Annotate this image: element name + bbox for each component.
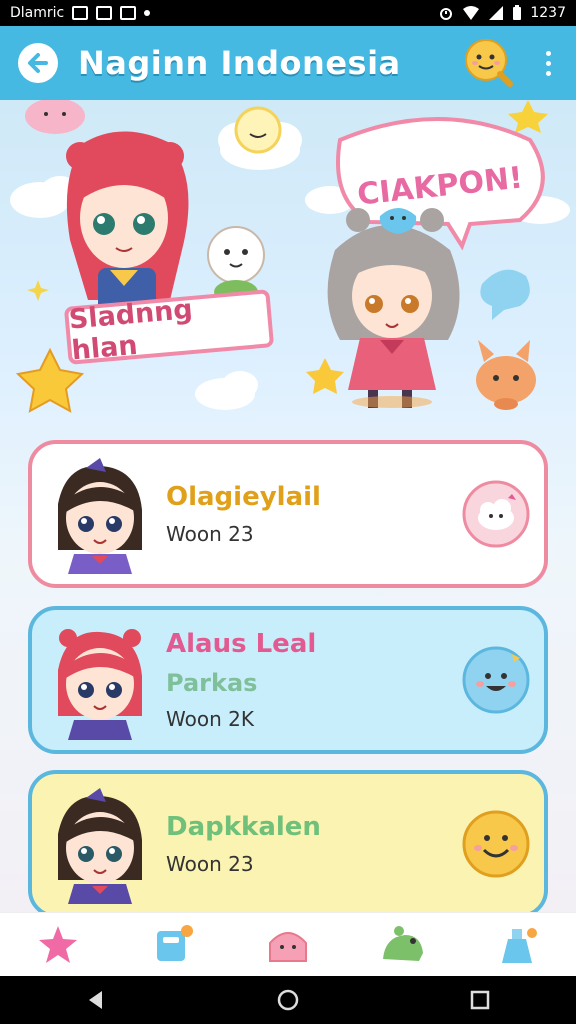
card-title: Olagieylail (166, 482, 321, 512)
blue-ghost-icon (480, 269, 530, 320)
fox-illustration (476, 340, 536, 410)
sun-cloud-icon (234, 106, 282, 154)
bottle-icon (502, 927, 538, 963)
alarm-icon (440, 8, 453, 20)
bottom-navigation (0, 912, 576, 976)
photo-notification-icon (72, 6, 89, 20)
card-meta: Woon 23 (166, 852, 254, 876)
signal-icon (489, 6, 504, 20)
character-card[interactable]: Olagieylail Woon 23 (28, 440, 548, 588)
card-title: Dapkkalen (166, 812, 321, 842)
card-title: Alaus Leal (166, 629, 317, 659)
frog-icon (383, 925, 424, 961)
card-meta: Woon 23 (166, 522, 254, 546)
card-subtitle: Parkas (166, 669, 258, 697)
hero-scene (10, 100, 570, 413)
cloud-bunny-icon[interactable] (462, 480, 530, 548)
nav-item-inventory[interactable] (488, 917, 548, 973)
character-card[interactable]: Alaus Leal Parkas Woon 2K (28, 606, 548, 754)
back-triangle-icon[interactable] (84, 988, 108, 1012)
system-navigation-bar (0, 976, 576, 1024)
blue-blob-icon[interactable] (462, 646, 530, 714)
recents-square-icon[interactable] (468, 988, 492, 1012)
status-bar: Dlamric 1237 (0, 0, 576, 26)
sparkle-icon (27, 280, 49, 301)
avatar (58, 458, 142, 574)
status-left: Dlamric (10, 5, 151, 21)
smiley-icon[interactable] (462, 810, 530, 878)
mail-notification-icon (96, 6, 113, 20)
main-content: Sladnng hlan CIAKPON! Olagieylail Woon 2… (0, 100, 576, 912)
wifi-icon (463, 6, 480, 20)
nav-item-shop[interactable] (143, 917, 203, 973)
card-text: Olagieylail Woon 23 (150, 482, 462, 546)
star-icon (306, 358, 344, 394)
page-title: Naginn Indonesia (78, 44, 401, 82)
overflow-menu-button[interactable] (538, 43, 558, 83)
battery-icon (513, 5, 522, 20)
app-bar: Naginn Indonesia (0, 26, 576, 100)
pink-cloud-icon (25, 100, 85, 134)
grey-haired-girl-illustration (327, 208, 460, 408)
back-button[interactable] (18, 43, 58, 83)
nav-item-favorites[interactable] (28, 917, 88, 973)
avatar (58, 788, 142, 904)
back-arrow-icon (28, 53, 48, 73)
carrier-label: Dlamric (10, 5, 65, 21)
tag-icon (156, 924, 193, 961)
mascot-profile-icon[interactable] (462, 36, 516, 90)
nav-item-home[interactable] (258, 917, 318, 973)
home-icon (268, 931, 307, 962)
card-text: Dapkkalen Woon 23 (150, 812, 462, 876)
more-notifications-icon (144, 10, 151, 16)
card-text: Alaus Leal Parkas Woon 2K (150, 629, 462, 731)
star-icon (38, 925, 77, 963)
character-card[interactable]: Dapkkalen Woon 23 (28, 770, 548, 912)
chat-notification-icon (120, 6, 137, 20)
card-meta: Woon 2K (166, 707, 254, 731)
hero-illustration: Sladnng hlan CIAKPON! (0, 100, 576, 440)
avatar (58, 629, 142, 740)
home-circle-icon[interactable] (276, 988, 300, 1012)
status-right: 1237 (438, 5, 566, 21)
nav-item-pets[interactable] (373, 917, 433, 973)
star-icon (508, 100, 548, 133)
clock-time: 1237 (530, 5, 566, 21)
